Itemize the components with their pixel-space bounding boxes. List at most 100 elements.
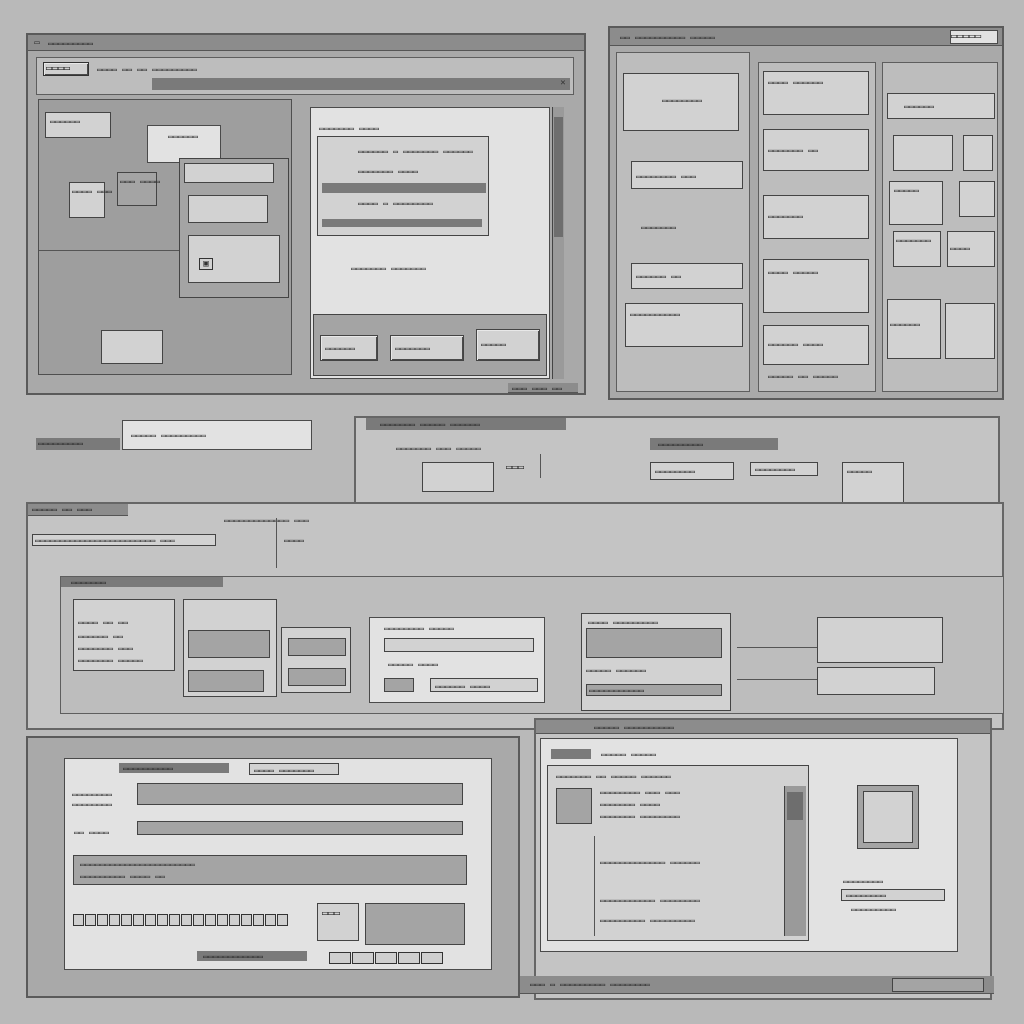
side-item[interactable]: ▭▭▭▭▭▭: [45, 112, 111, 138]
small-button[interactable]: [329, 952, 351, 964]
list-item[interactable]: ▭▭▭▭▭▭▭▭▭▭▭▭▭ ▭▭▭▭▭▭: [600, 858, 700, 867]
strip-button[interactable]: ▭▭▭▭▭▭▭▭: [650, 462, 734, 480]
card[interactable]: ▭▭▭▭▭▭ ▭▭: [631, 263, 743, 289]
address-bar[interactable]: [152, 78, 570, 90]
list-item[interactable]: ▭▭▭▭▭▭ ▭▭: [78, 632, 123, 641]
key[interactable]: [205, 914, 216, 926]
side-card[interactable]: [817, 667, 935, 695]
key[interactable]: [193, 914, 204, 926]
key[interactable]: [97, 914, 108, 926]
selected-row[interactable]: [322, 183, 486, 193]
tile[interactable]: [963, 135, 993, 171]
list-item[interactable]: ▭▭▭▭▭▭▭▭▭▭▭ ▭▭▭▭▭▭▭▭: [600, 896, 700, 905]
tile[interactable]: ▭▭▭▭▭▭: [887, 299, 941, 359]
scrollbar[interactable]: [784, 786, 806, 936]
key[interactable]: [277, 914, 288, 926]
preview-image[interactable]: [863, 791, 913, 843]
card[interactable]: ▭▭▭▭▭▭▭▭: [623, 73, 739, 131]
list-item[interactable]: ▭▭▭▭▭▭▭ ▭▭▭: [78, 644, 133, 653]
key[interactable]: [265, 914, 276, 926]
card[interactable]: ▭▭▭▭▭▭: [887, 93, 995, 119]
small-button[interactable]: [352, 952, 374, 964]
right-field[interactable]: ▭▭▭▭▭▭▭▭▭▭▭: [586, 684, 722, 696]
key[interactable]: [253, 914, 264, 926]
key[interactable]: [109, 914, 120, 926]
dialog-row[interactable]: ▭▭▭▭▭▭ ▭ ▭▭▭▭▭▭▭ ▭▭▭▭▭▭: [358, 147, 473, 156]
tile[interactable]: [893, 135, 953, 171]
thumbnail[interactable]: [556, 788, 592, 824]
form-field[interactable]: [188, 630, 270, 658]
close-icon[interactable]: ✕: [557, 78, 569, 88]
editor-row[interactable]: [137, 821, 463, 835]
key[interactable]: [121, 914, 132, 926]
key[interactable]: [145, 914, 156, 926]
scrollbar[interactable]: [552, 107, 564, 379]
center-field[interactable]: [384, 678, 414, 692]
key[interactable]: [241, 914, 252, 926]
list-item[interactable]: ▭▭▭▭▭▭▭▭ ▭▭▭ ▭▭▭: [600, 788, 680, 797]
detail-field[interactable]: [288, 638, 346, 656]
card[interactable]: ▭▭▭▭ ▭▭▭▭▭: [763, 259, 869, 313]
right-field[interactable]: ▭▭▭▭▭▭▭▭: [841, 889, 945, 901]
editor-row[interactable]: ▭▭▭▭▭▭▭▭▭▭▭▭▭▭▭▭▭▭▭▭▭▭▭ ▭▭▭▭▭▭▭▭▭ ▭▭▭▭ ▭…: [73, 855, 467, 885]
editor-tab[interactable]: ▭▭▭▭ ▭▭▭▭▭▭▭: [249, 763, 339, 775]
small-button[interactable]: [398, 952, 420, 964]
editor-row[interactable]: [137, 783, 463, 805]
tile[interactable]: ▭▭▭▭: [947, 231, 995, 267]
side-item[interactable]: ▭▭▭ ▭▭▭▭: [117, 172, 160, 206]
card[interactable]: ▭▭▭▭ ▭▭▭▭▭▭: [763, 71, 869, 115]
center-field[interactable]: ▭▭▭▭▭▭ ▭▭▭▭: [430, 678, 538, 692]
dialog-row[interactable]: ▭▭▭▭▭▭▭ ▭▭▭▭: [358, 167, 418, 176]
key[interactable]: [181, 914, 192, 926]
window-menu-icon[interactable]: ▭: [32, 38, 42, 48]
inner-tab[interactable]: ▭▭▭▭▭▭▭: [61, 577, 223, 587]
center-field[interactable]: [384, 638, 534, 652]
card[interactable]: ▭▭▭▭▭▭▭▭▭▭: [625, 303, 743, 347]
tile[interactable]: ▭▭▭▭▭: [889, 181, 943, 225]
dialog-row[interactable]: ▭▭▭▭ ▭ ▭▭▭▭▭▭▭▭: [358, 199, 433, 208]
scroll-thumb[interactable]: [554, 117, 563, 237]
key[interactable]: [85, 914, 96, 926]
list-item[interactable]: ▭▭▭▭ ▭▭ ▭▭: [78, 618, 128, 627]
detail-field[interactable]: [288, 668, 346, 686]
small-button[interactable]: [421, 952, 443, 964]
strip-button[interactable]: ▭▭▭▭▭: [842, 462, 904, 506]
scroll-thumb[interactable]: [787, 792, 803, 820]
crumb-bar[interactable]: ▭▭▭▭▭▭▭▭▭▭▭▭▭▭▭▭▭▭▭▭▭▭▭▭ ▭▭▭: [32, 534, 216, 546]
tray[interactable]: [892, 978, 984, 992]
card[interactable]: ▭▭▭▭▭▭▭ ▭▭: [763, 129, 869, 171]
tile[interactable]: [945, 303, 995, 359]
key[interactable]: [133, 914, 144, 926]
code-box[interactable]: ▭▭▭: [317, 903, 359, 941]
key[interactable]: [229, 914, 240, 926]
right-field[interactable]: [586, 628, 722, 658]
strip-field[interactable]: ▭▭▭▭▭ ▭▭▭▭▭▭▭▭▭: [122, 420, 312, 450]
list-item[interactable]: ▭▭▭▭▭▭▭▭▭ ▭▭▭▭▭▭▭▭▭: [600, 916, 695, 925]
strip-input[interactable]: [422, 462, 494, 492]
side-item[interactable]: ▭▭▭▭ ▭▭▭: [69, 182, 112, 218]
footer-button[interactable]: ▭▭▭▭▭▭: [320, 335, 378, 361]
small-button[interactable]: [375, 952, 397, 964]
list-item[interactable]: ▭▭▭▭▭▭▭ ▭▭▭▭▭▭▭▭: [600, 812, 680, 821]
nested-field[interactable]: ▣: [188, 235, 280, 283]
tile[interactable]: ▭▭▭▭▭▭▭: [893, 231, 941, 267]
key[interactable]: [169, 914, 180, 926]
strip-button[interactable]: ▭▭▭▭▭▭▭▭: [750, 462, 818, 476]
browser-tab[interactable]: [551, 749, 591, 759]
card[interactable]: ▭▭▭▭▭▭▭: [763, 195, 869, 239]
form-field[interactable]: [188, 670, 264, 692]
footer-button[interactable]: ▭▭▭▭▭: [476, 329, 540, 361]
tile[interactable]: [959, 181, 995, 217]
strip-tab[interactable]: ▭▭▭▭▭▭▭▭▭: [36, 438, 120, 450]
side-card[interactable]: [817, 617, 943, 663]
footer-button[interactable]: ▭▭▭▭▭▭▭: [390, 335, 464, 361]
card[interactable]: ▭▭▭▭▭▭ ▭▭▭▭: [763, 325, 869, 365]
list-item[interactable]: ▭▭▭▭▭▭▭ ▭▭▭▭: [600, 800, 660, 809]
key[interactable]: [157, 914, 168, 926]
nested-field[interactable]: [184, 163, 274, 183]
key[interactable]: [217, 914, 228, 926]
nested-field[interactable]: [188, 195, 268, 223]
card[interactable]: ▭▭▭▭▭▭▭▭ ▭▭▭: [631, 161, 743, 189]
key[interactable]: [73, 914, 84, 926]
list-item[interactable]: ▭▭▭▭▭▭▭ ▭▭▭▭▭: [78, 656, 143, 665]
